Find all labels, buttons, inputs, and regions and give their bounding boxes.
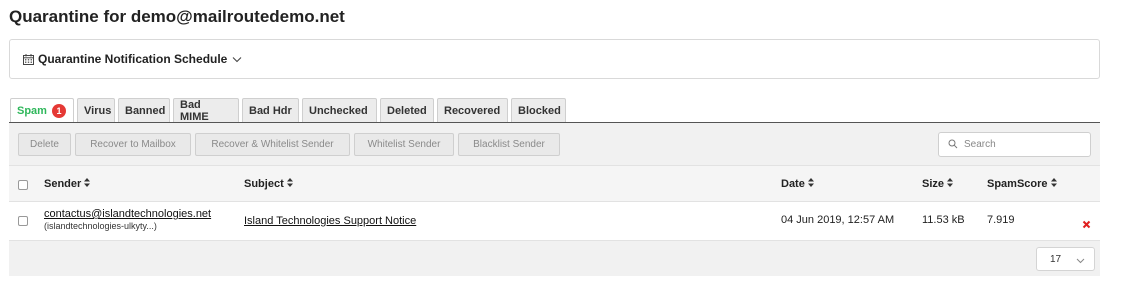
chevron-down-icon: [232, 56, 242, 63]
size-cell: 11.53 kB: [922, 214, 965, 226]
tab-spam[interactable]: Spam 1: [10, 98, 74, 122]
table-header: Sender Subject Date Size SpamScore: [9, 165, 1100, 202]
tab-unchecked[interactable]: Unchecked: [302, 98, 377, 122]
tab-label: Recovered: [444, 104, 501, 117]
column-label: Size: [922, 178, 945, 190]
row-checkbox[interactable]: [18, 216, 28, 226]
tab-bad-hdr[interactable]: Bad Hdr: [242, 98, 299, 122]
sender-email-link[interactable]: contactus@islandtechnologies.net: [44, 208, 211, 220]
tab-bad-mime[interactable]: Bad MIME: [173, 98, 239, 123]
column-header-size[interactable]: Size: [922, 178, 954, 190]
column-header-spamscore[interactable]: SpamScore: [987, 178, 1057, 190]
table-row[interactable]: contactus@islandtechnologies.net (island…: [9, 202, 1100, 241]
tab-virus[interactable]: Virus: [77, 98, 115, 122]
search-box[interactable]: [938, 132, 1091, 157]
search-input[interactable]: [964, 139, 1084, 150]
delete-icon[interactable]: [1082, 216, 1091, 234]
tab-label: Spam: [17, 104, 47, 117]
spamscore-cell: 7.919: [987, 214, 1015, 226]
tab-label: Virus: [84, 104, 112, 117]
date-cell: 04 Jun 2019, 12:57 AM: [781, 214, 895, 226]
sort-icon: [1050, 178, 1057, 190]
subject-link[interactable]: Island Technologies Support Notice: [244, 215, 416, 227]
column-label: Date: [781, 178, 805, 190]
sort-icon: [286, 178, 293, 190]
column-header-sender[interactable]: Sender: [44, 178, 91, 190]
blacklist-sender-button[interactable]: Blacklist Sender: [458, 133, 560, 156]
tab-label: Bad Hdr: [249, 104, 292, 117]
column-label: Subject: [244, 178, 284, 190]
page-size-value: 17: [1050, 253, 1062, 265]
tab-banned[interactable]: Banned: [118, 98, 170, 122]
page-title: Quarantine for demo@mailroutedemo.net: [9, 7, 345, 26]
chevron-down-icon: [1076, 256, 1085, 267]
tab-blocked[interactable]: Blocked: [511, 98, 566, 122]
action-toolbar: Delete Recover to Mailbox Recover & Whit…: [9, 123, 1100, 165]
whitelist-sender-button[interactable]: Whitelist Sender: [354, 133, 454, 156]
sender-name: (islandtechnologies-ulkyty...): [44, 221, 157, 231]
calendar-icon: [23, 53, 34, 65]
select-all-checkbox[interactable]: [18, 180, 28, 190]
sender-cell: contactus@islandtechnologies.net (island…: [44, 208, 211, 231]
recover-whitelist-sender-button[interactable]: Recover & Whitelist Sender: [195, 133, 350, 156]
sort-icon: [84, 178, 91, 190]
tab-deleted[interactable]: Deleted: [380, 98, 434, 122]
tab-label: Bad MIME: [180, 98, 209, 123]
notification-schedule-panel: Quarantine Notification Schedule: [9, 39, 1100, 79]
tab-label: Banned: [125, 104, 166, 117]
column-header-subject[interactable]: Subject: [244, 178, 293, 190]
schedule-label: Quarantine Notification Schedule: [38, 52, 228, 66]
quarantine-content: Delete Recover to Mailbox Recover & Whit…: [9, 122, 1100, 276]
tab-label: Deleted: [387, 104, 427, 117]
quarantine-table: Sender Subject Date Size SpamScore conta…: [9, 165, 1100, 241]
column-label: Sender: [44, 178, 82, 190]
spam-count-badge: 1: [51, 103, 66, 118]
page-size-select[interactable]: 17: [1036, 247, 1095, 271]
quarantine-tabs: Spam 1 Virus Banned Bad MIME Bad Hdr Unc…: [10, 98, 566, 123]
tab-recovered[interactable]: Recovered: [437, 98, 508, 122]
delete-button[interactable]: Delete: [18, 133, 71, 156]
column-label: SpamScore: [987, 178, 1048, 190]
search-icon: [948, 136, 958, 154]
recover-to-mailbox-button[interactable]: Recover to Mailbox: [75, 133, 191, 156]
sort-icon: [807, 178, 814, 190]
sort-icon: [947, 178, 954, 190]
tab-label: Unchecked: [309, 104, 368, 117]
tab-label: Blocked: [518, 104, 561, 117]
notification-schedule-toggle[interactable]: Quarantine Notification Schedule: [23, 52, 242, 66]
column-header-date[interactable]: Date: [781, 178, 814, 190]
